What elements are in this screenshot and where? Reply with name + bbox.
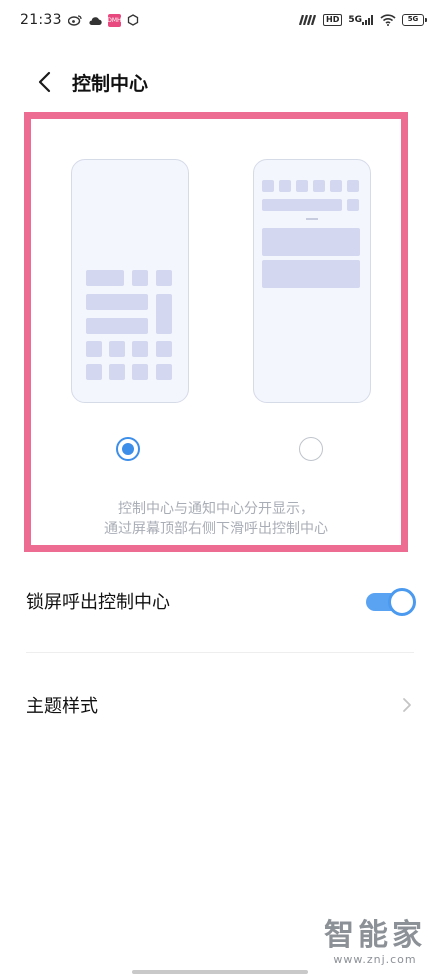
layout-radio-combined[interactable] — [116, 437, 140, 461]
watermark-logo-text: 智能家 — [324, 918, 426, 953]
preview-notification — [262, 260, 360, 288]
toggle-knob — [388, 588, 416, 616]
back-button[interactable] — [24, 58, 64, 106]
chevron-right-icon — [400, 697, 414, 713]
preview-tile — [347, 180, 359, 192]
theme-style-label: 主题样式 — [26, 696, 98, 717]
preview-tile — [86, 270, 124, 286]
preview-tile — [156, 294, 172, 334]
theme-style-row[interactable]: 主题样式 — [0, 682, 440, 728]
description-line-1: 控制中心与通知中心分开显示， — [118, 501, 314, 517]
preview-tile — [109, 341, 125, 357]
signal-bars-icon — [299, 15, 317, 25]
preview-tile — [132, 364, 148, 380]
layout-preview-combined[interactable] — [71, 159, 189, 403]
status-right: HD 5G 5G — [299, 14, 427, 26]
preview-tile — [86, 294, 148, 310]
cloud-icon — [88, 15, 102, 26]
status-time: 21:33 — [20, 12, 62, 28]
header: 控制中心 — [0, 58, 440, 106]
preview-tile — [132, 270, 148, 286]
preview-tile — [296, 180, 308, 192]
status-left: 21:33 DMH — [20, 12, 139, 28]
status-bar: 21:33 DMH HD 5G 5G — [0, 0, 440, 40]
preview-tile — [262, 199, 342, 211]
lock-screen-toggle[interactable] — [364, 586, 416, 616]
layout-preview-separated[interactable] — [253, 159, 371, 403]
chevron-left-icon — [38, 71, 51, 93]
lock-screen-label: 锁屏呼出控制中心 — [26, 592, 170, 613]
hd-badge: HD — [323, 14, 343, 26]
wifi-icon — [380, 14, 396, 26]
home-indicator[interactable] — [132, 970, 308, 974]
layout-radio-separated[interactable] — [299, 437, 323, 461]
preview-tile — [86, 364, 102, 380]
network-type-label: 5G — [348, 15, 362, 25]
preview-tile — [279, 180, 291, 192]
preview-tile — [347, 199, 359, 211]
watermark: 智能家 www.znj.com — [324, 918, 426, 967]
preview-tile — [86, 341, 102, 357]
circle-icon — [127, 14, 139, 26]
preview-tile — [86, 318, 148, 334]
divider — [26, 652, 414, 653]
preview-tile — [262, 180, 274, 192]
layout-description: 控制中心与通知中心分开显示， 通过屏幕顶部右侧下滑呼出控制中心 — [31, 499, 401, 539]
preview-tile — [109, 364, 125, 380]
lock-screen-control-row: 锁屏呼出控制中心 — [0, 578, 440, 624]
weibo-icon — [67, 14, 82, 26]
app-badge-icon: DMH — [107, 13, 122, 27]
preview-tile — [156, 364, 172, 380]
preview-tile — [132, 341, 148, 357]
preview-tile — [156, 270, 172, 286]
battery-icon: 5G — [402, 14, 427, 26]
preview-tile — [156, 341, 172, 357]
description-line-2: 通过屏幕顶部右侧下滑呼出控制中心 — [104, 521, 328, 537]
page-title: 控制中心 — [72, 72, 149, 95]
preview-notification — [262, 228, 360, 256]
watermark-url: www.znj.com — [333, 953, 417, 966]
preview-tile — [330, 180, 342, 192]
control-center-style-picker: 控制中心与通知中心分开显示， 通过屏幕顶部右侧下滑呼出控制中心 — [24, 112, 408, 552]
cellular-icon: 5G — [348, 15, 374, 25]
preview-divider — [306, 218, 318, 220]
preview-tile — [313, 180, 325, 192]
